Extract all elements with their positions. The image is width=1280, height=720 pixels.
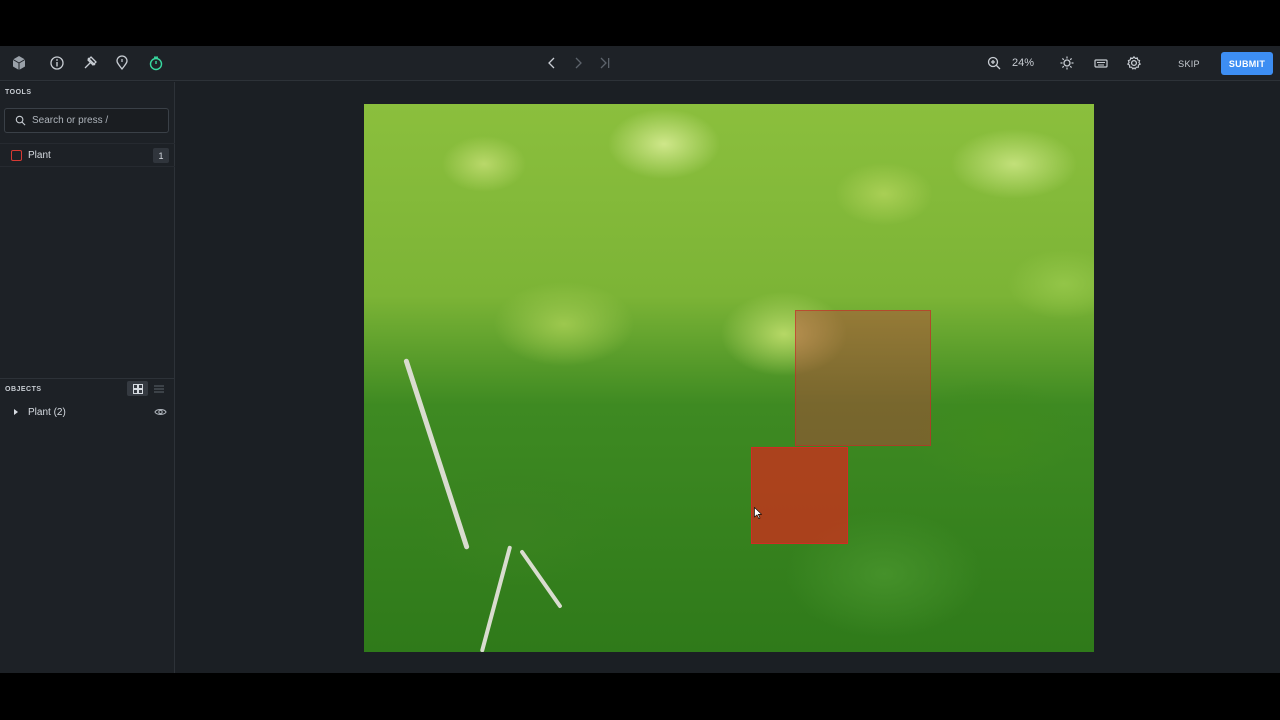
- annotation-app: 24% SKIP SUBMIT TOOLS Plant 1 OBJECTS: [0, 46, 1280, 673]
- object-group-plant[interactable]: Plant (2): [0, 402, 175, 422]
- zoom-level: 24%: [1012, 57, 1035, 69]
- chevron-left-icon[interactable]: [542, 53, 562, 73]
- object-group-label: Plant (2): [28, 406, 66, 418]
- chevron-right-icon[interactable]: [568, 53, 588, 73]
- settings-gear-icon[interactable]: [1124, 53, 1144, 73]
- objects-section-title: OBJECTS: [5, 386, 42, 393]
- image-canvas[interactable]: [176, 82, 1280, 673]
- photo-branch: [479, 545, 513, 652]
- keyboard-icon[interactable]: [1091, 53, 1111, 73]
- objects-view-toggle: [127, 381, 169, 396]
- visibility-eye-icon[interactable]: [154, 406, 167, 418]
- tools-section-title: TOOLS: [5, 89, 32, 96]
- bounding-box-plant-selected[interactable]: [751, 447, 848, 544]
- info-icon[interactable]: [47, 53, 67, 73]
- bounding-box-plant[interactable]: [795, 310, 931, 446]
- mouse-cursor-icon: [754, 507, 762, 519]
- skip-button[interactable]: SKIP: [1170, 52, 1208, 75]
- tool-label: Plant: [28, 149, 51, 161]
- photo-branch: [519, 549, 563, 609]
- list-view-icon[interactable]: [148, 381, 169, 396]
- top-toolbar: 24% SKIP SUBMIT: [0, 46, 1280, 81]
- tool-count-badge: 1: [153, 148, 169, 163]
- timer-icon[interactable]: [146, 53, 166, 73]
- history-icon[interactable]: [80, 53, 100, 73]
- grid-view-icon[interactable]: [127, 381, 148, 396]
- tool-color-swatch: [11, 149, 22, 161]
- logo-cube-icon[interactable]: [9, 53, 29, 73]
- plant-photo[interactable]: [364, 104, 1094, 652]
- expand-caret-icon[interactable]: [12, 408, 20, 416]
- left-sidebar: TOOLS Plant 1 OBJECTS Plant (2): [0, 82, 175, 673]
- zoom-in-icon[interactable]: [984, 53, 1004, 73]
- search-input[interactable]: [32, 115, 162, 126]
- objects-header: OBJECTS: [0, 378, 175, 398]
- photo-branch: [403, 358, 470, 550]
- tool-item-plant[interactable]: Plant 1: [0, 143, 175, 167]
- location-pin-icon[interactable]: [112, 53, 132, 73]
- skip-to-end-icon[interactable]: [595, 53, 615, 73]
- submit-button[interactable]: SUBMIT: [1221, 52, 1273, 75]
- brightness-icon[interactable]: [1057, 53, 1077, 73]
- search-icon: [15, 115, 26, 126]
- tool-search[interactable]: [4, 108, 169, 133]
